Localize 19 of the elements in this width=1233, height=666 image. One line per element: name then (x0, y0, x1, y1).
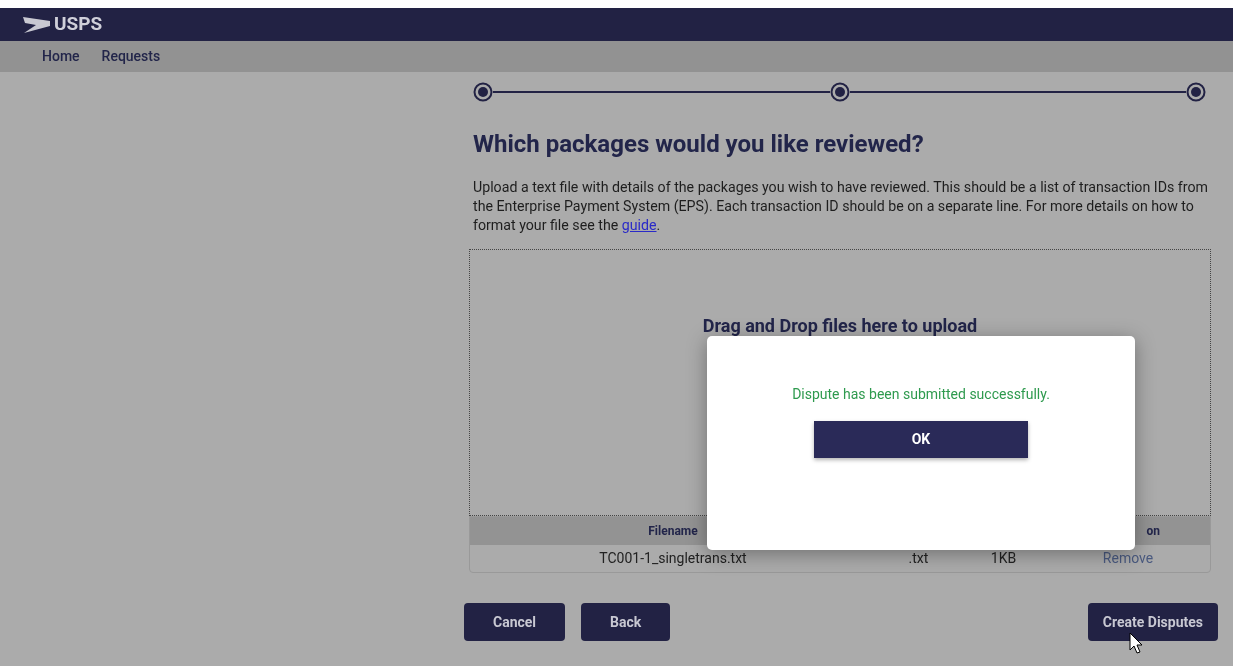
create-disputes-button[interactable]: Create Disputes (1087, 603, 1218, 641)
column-header: on (1145, 523, 1161, 540)
nav-button[interactable]: Back (581, 603, 671, 641)
guide-link[interactable]: guide (621, 217, 657, 233)
eagle-logo-icon (22, 15, 52, 34)
nav-button[interactable]: Cancel (464, 603, 566, 641)
nav-link[interactable]: Home (42, 46, 80, 67)
page-heading: Which packages would you like reviewed? (473, 129, 925, 160)
table-cell-text: 1KB (989, 549, 1018, 568)
column-header: Filename (647, 523, 699, 540)
table-cell-text: TC001-1_singletrans.txt (598, 549, 748, 568)
cursor-icon (1129, 632, 1145, 656)
ok-button[interactable]: OK (814, 421, 1028, 458)
intro-paragraph: Upload a text file with details of the packages you wish to have reviewed. This should be a list of transaction IDs from the Enterprise Payment System (EPS). Each transaction ID should be on a separate line. For more details on how to format your file see the guide. (473, 178, 1209, 235)
success-message: Dispute has been submitted successfully. (792, 385, 1050, 404)
logo-text: USPS (54, 11, 103, 38)
table-cell-text: .txt (907, 549, 930, 568)
nav-link[interactable]: Requests (101, 46, 161, 67)
drop-zone-label: Drag and Drop files here to upload (702, 314, 978, 338)
